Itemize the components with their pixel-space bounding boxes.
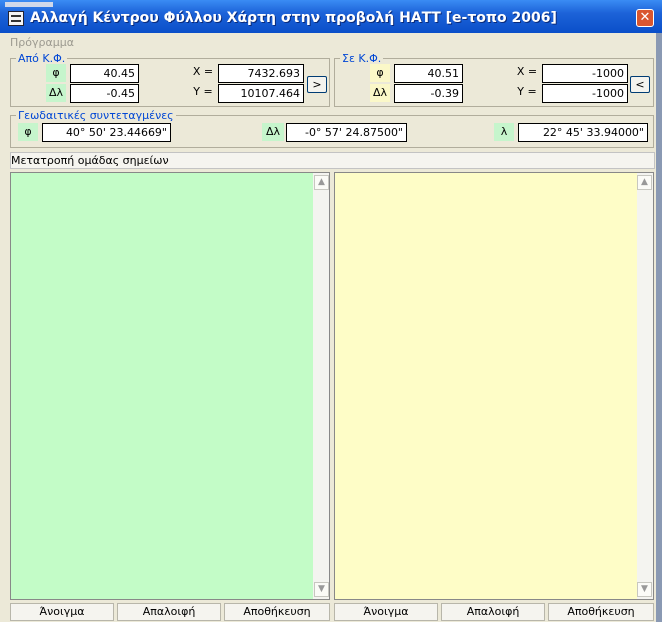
geo-phi-field[interactable]: 40° 50' 23.44669" — [42, 123, 171, 142]
left-scrollbar[interactable]: ▲ ▼ — [313, 173, 329, 599]
from-x-field[interactable]: 7432.693 — [218, 64, 304, 83]
geo-lambda-label: λ — [494, 123, 514, 141]
left-clear-button[interactable]: Απαλοιφή — [117, 603, 221, 621]
from-phi-field[interactable]: 40.45 — [70, 64, 139, 83]
left-open-button[interactable]: Άνοιγμα — [10, 603, 114, 621]
right-points-panel[interactable] — [334, 172, 654, 600]
from-y-label: Y = — [193, 85, 213, 98]
to-dlambda-field[interactable]: -0.39 — [394, 84, 463, 103]
right-open-button[interactable]: Άνοιγμα — [334, 603, 438, 621]
menu-bar — [0, 33, 662, 50]
transfer-right-button[interactable]: > — [307, 76, 327, 93]
to-phi-field[interactable]: 40.51 — [394, 64, 463, 83]
right-scroll-down-icon[interactable]: ▼ — [637, 582, 652, 597]
left-scroll-down-icon[interactable]: ▼ — [314, 582, 329, 597]
right-scroll-up-icon[interactable]: ▲ — [637, 175, 652, 190]
title-bar-fragment — [5, 2, 53, 7]
menu-item-program[interactable]: Πρόγραμμα — [10, 36, 74, 49]
right-clear-button[interactable]: Απαλοιφή — [441, 603, 545, 621]
geo-dlambda-field[interactable]: -0° 57' 24.87500" — [286, 123, 407, 142]
geo-lambda-field[interactable]: 22° 45' 33.94000" — [518, 123, 648, 142]
geo-phi-label: φ — [18, 123, 38, 141]
convert-points-button[interactable]: Μετατροπή ομάδας σημείων — [10, 152, 655, 169]
from-dlambda-field[interactable]: -0.45 — [70, 84, 139, 103]
geo-dlambda-label: Δλ — [262, 123, 284, 141]
from-phi-label: φ — [46, 64, 66, 82]
app-icon[interactable] — [8, 11, 24, 26]
from-dlambda-label: Δλ — [46, 84, 66, 102]
to-y-field[interactable]: -1000 — [542, 84, 628, 103]
right-scrollbar[interactable]: ▲ ▼ — [637, 173, 653, 599]
from-y-field[interactable]: 10107.464 — [218, 84, 304, 103]
to-dlambda-label: Δλ — [370, 84, 390, 102]
to-x-label: X = — [516, 65, 538, 78]
close-button[interactable]: ✕ — [636, 9, 654, 27]
window-title: Αλλαγή Κέντρου Φύλλου Χάρτη στην προβολή… — [30, 10, 557, 26]
from-x-label: X = — [192, 65, 214, 78]
to-y-label: Y = — [517, 85, 537, 98]
left-scroll-up-icon[interactable]: ▲ — [314, 175, 329, 190]
geodetic-group-legend: Γεωδαιτικές συντεταγμένες — [18, 109, 174, 122]
left-points-panel[interactable] — [10, 172, 330, 600]
transfer-left-button[interactable]: < — [630, 76, 650, 93]
window-edge — [656, 33, 662, 622]
right-save-button[interactable]: Αποθήκευση — [548, 603, 654, 621]
left-save-button[interactable]: Αποθήκευση — [224, 603, 330, 621]
to-x-field[interactable]: -1000 — [542, 64, 628, 83]
to-phi-label: φ — [370, 64, 390, 82]
